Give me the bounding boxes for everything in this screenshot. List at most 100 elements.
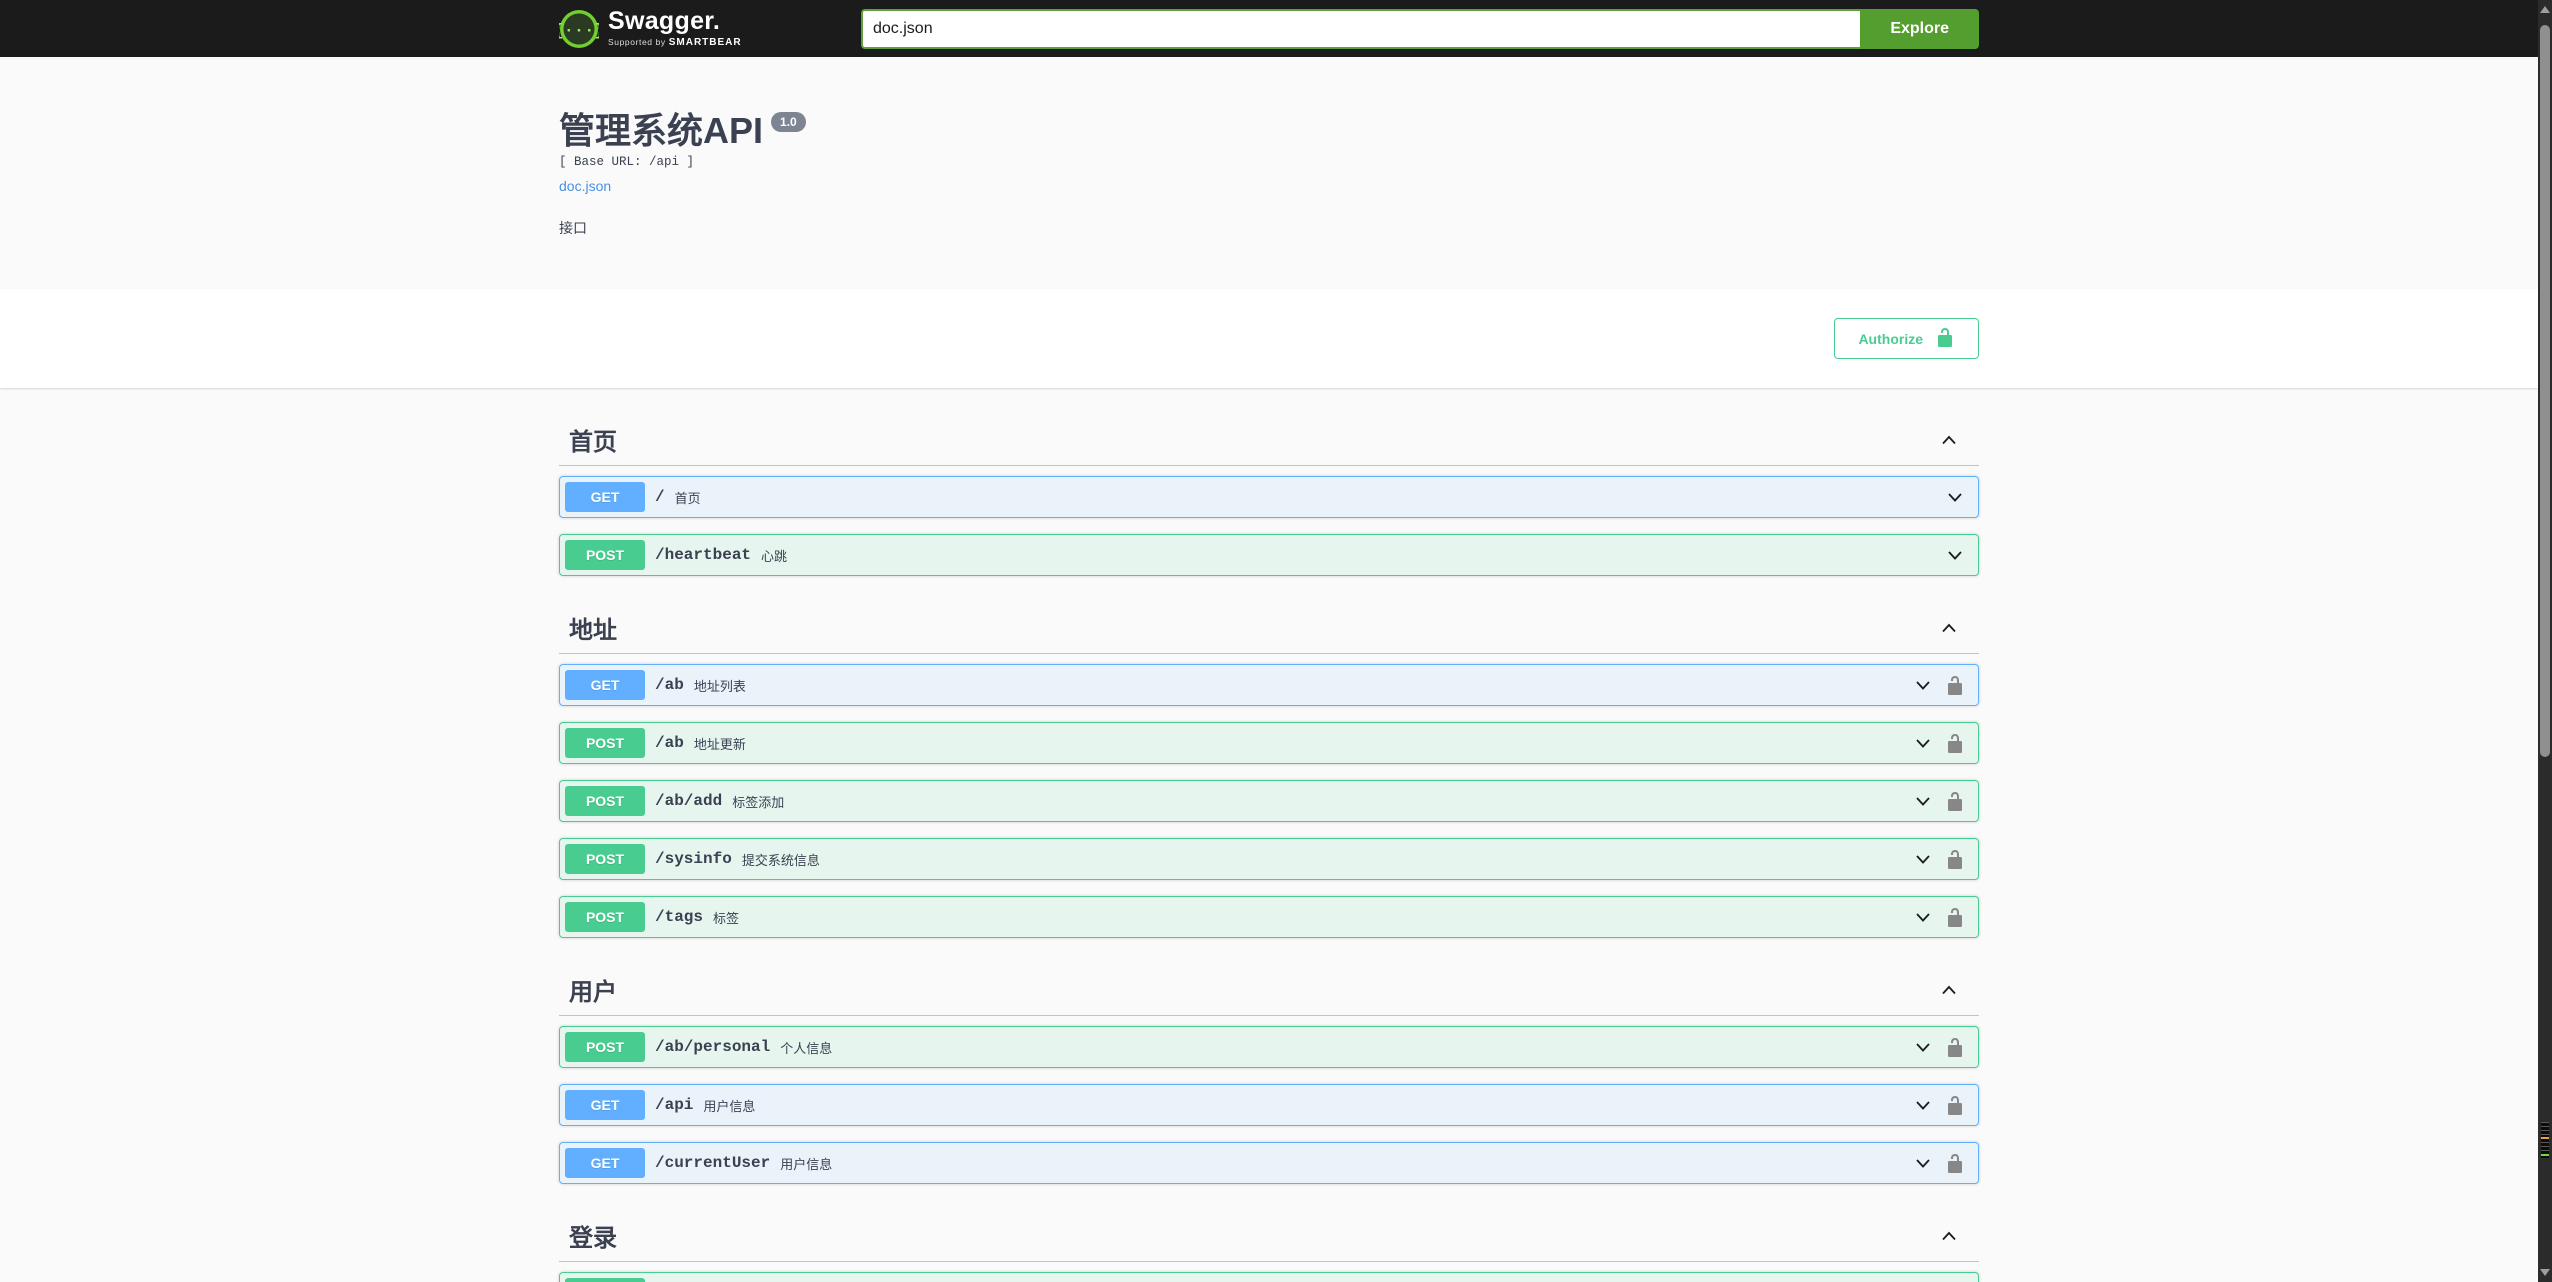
opblock-row[interactable]: POST /tags 标签 xyxy=(559,896,1979,939)
lock-icon[interactable] xyxy=(1945,791,1965,812)
method-badge: GET xyxy=(565,1148,645,1179)
swagger-logo-link[interactable]: {···} Swagger. Supported by SMARTBEAR xyxy=(553,7,742,49)
section-header[interactable]: 地址 xyxy=(559,600,1979,655)
opblock-row[interactable]: POST /login 登录 xyxy=(559,1272,1979,1282)
opblock-row[interactable]: POST /ab/add 标签添加 xyxy=(559,780,1979,823)
logo-title: Swagger. xyxy=(608,7,721,35)
method-badge: GET xyxy=(565,1090,645,1121)
chevron-down-icon[interactable] xyxy=(1913,733,1933,753)
endpoint-path: /sysinfo xyxy=(655,850,732,869)
opblock-row[interactable]: GET /currentUser 用户信息 xyxy=(559,1142,1979,1185)
svg-text:{···}: {···} xyxy=(559,22,599,41)
chevron-up-icon[interactable] xyxy=(1939,430,1959,450)
api-tag-section: 地址 GET /ab 地址列表 POST /ab 地址更新 POST /ab/a… xyxy=(559,600,1979,939)
section-rows: GET /ab 地址列表 POST /ab 地址更新 POST /ab/add … xyxy=(559,664,1979,939)
section-header[interactable]: 登录 xyxy=(559,1208,1979,1263)
opblock-row[interactable]: POST /ab 地址更新 xyxy=(559,722,1979,765)
opblock-summary[interactable]: GET /ab 地址列表 xyxy=(560,665,1978,705)
chevron-up-icon[interactable] xyxy=(1939,1226,1959,1246)
method-badge: POST xyxy=(565,540,645,571)
lock-icon[interactable] xyxy=(1945,849,1965,870)
opblock-summary[interactable]: POST /ab 地址更新 xyxy=(560,723,1978,763)
method-badge: POST xyxy=(565,844,645,875)
info-container: 管理系统API 1.0 [ Base URL: /api ] doc.json 接… xyxy=(0,57,2538,289)
chevron-down-icon[interactable] xyxy=(1945,545,1965,565)
scrollbar xyxy=(2538,0,2552,1282)
method-badge: GET xyxy=(565,482,645,513)
method-badge: POST xyxy=(565,1278,645,1282)
unlock-icon xyxy=(1935,327,1955,350)
lock-icon[interactable] xyxy=(1945,907,1965,928)
opblock-summary[interactable]: POST /ab/add 标签添加 xyxy=(560,781,1978,821)
opblock-summary[interactable]: GET / 首页 xyxy=(560,477,1978,517)
swagger-ui-page: {···} Swagger. Supported by SMARTBEAR Ex… xyxy=(0,0,2538,1282)
opblock-row[interactable]: POST /ab/personal 个人信息 xyxy=(559,1026,1979,1069)
opblock-summary[interactable]: GET /currentUser 用户信息 xyxy=(560,1143,1978,1183)
minimap-widget xyxy=(2539,1119,2551,1161)
scroll-up-arrow-icon[interactable] xyxy=(2540,6,2550,13)
chevron-down-icon[interactable] xyxy=(1945,487,1965,507)
chevron-down-icon[interactable] xyxy=(1913,791,1933,811)
spec-link[interactable]: doc.json xyxy=(559,178,611,194)
scroll-down-arrow-icon[interactable] xyxy=(2540,1269,2550,1276)
method-badge: POST xyxy=(565,728,645,759)
method-badge: POST xyxy=(565,1032,645,1063)
endpoint-path: /tags xyxy=(655,908,704,927)
lock-icon[interactable] xyxy=(1945,675,1965,696)
endpoint-summary: 标签 xyxy=(713,910,740,926)
api-tag-section: 用户 POST /ab/personal 个人信息 GET /api 用户信息 … xyxy=(559,962,1979,1185)
endpoint-path: /currentUser xyxy=(655,1154,771,1173)
section-rows: POST /login 登录 POST /logintest 登录测试 xyxy=(559,1272,1979,1282)
authorize-label: Authorize xyxy=(1858,330,1923,347)
chevron-down-icon[interactable] xyxy=(1913,1037,1933,1057)
endpoint-summary: 用户信息 xyxy=(780,1156,833,1172)
authorize-button[interactable]: Authorize xyxy=(1834,318,1979,360)
opblock-summary[interactable]: POST /tags 标签 xyxy=(560,897,1978,937)
section-rows: POST /ab/personal 个人信息 GET /api 用户信息 GET… xyxy=(559,1026,1979,1185)
opblock-summary[interactable]: POST /ab/personal 个人信息 xyxy=(560,1027,1978,1067)
section-header[interactable]: 用户 xyxy=(559,962,1979,1017)
chevron-up-icon[interactable] xyxy=(1939,980,1959,1000)
section-title: 用户 xyxy=(569,979,617,1007)
minimap-marker-green xyxy=(2541,1154,2549,1156)
chevron-up-icon[interactable] xyxy=(1939,618,1959,638)
chevron-down-icon[interactable] xyxy=(1913,849,1933,869)
minimap-marker-orange xyxy=(2541,1137,2549,1139)
opblock-summary[interactable]: POST /sysinfo 提交系统信息 xyxy=(560,839,1978,879)
chevron-down-icon[interactable] xyxy=(1913,907,1933,927)
opblock-row[interactable]: POST /sysinfo 提交系统信息 xyxy=(559,838,1979,881)
spec-url-input[interactable] xyxy=(861,8,1861,49)
api-description: 接口 xyxy=(559,220,587,237)
api-tag-section: 首页 GET / 首页 POST /heartbeat 心跳 xyxy=(559,412,1979,577)
opblock-row[interactable]: GET /api 用户信息 xyxy=(559,1084,1979,1127)
endpoint-summary: 地址列表 xyxy=(693,678,746,694)
version-badge: 1.0 xyxy=(771,112,806,133)
endpoint-path: /ab/add xyxy=(655,792,723,811)
explore-button[interactable]: Explore xyxy=(1860,8,1979,49)
endpoint-summary: 首页 xyxy=(674,490,701,506)
chevron-down-icon[interactable] xyxy=(1913,675,1933,695)
opblock-summary[interactable]: POST /heartbeat 心跳 xyxy=(560,535,1978,575)
lock-icon[interactable] xyxy=(1945,1037,1965,1058)
lock-icon[interactable] xyxy=(1945,733,1965,754)
section-rows: GET / 首页 POST /heartbeat 心跳 xyxy=(559,476,1979,577)
endpoint-path: /api xyxy=(655,1096,694,1115)
endpoint-path: /ab xyxy=(655,676,684,695)
chevron-down-icon[interactable] xyxy=(1913,1095,1933,1115)
scrollbar-thumb[interactable] xyxy=(2540,25,2550,757)
chevron-down-icon[interactable] xyxy=(1913,1153,1933,1173)
lock-icon[interactable] xyxy=(1945,1153,1965,1174)
endpoint-path: /heartbeat xyxy=(655,546,752,565)
opblock-summary[interactable]: POST /login 登录 xyxy=(560,1273,1978,1282)
opblock-row[interactable]: GET /ab 地址列表 xyxy=(559,664,1979,707)
lock-icon[interactable] xyxy=(1945,1095,1965,1116)
section-header[interactable]: 首页 xyxy=(559,412,1979,467)
endpoint-summary: 个人信息 xyxy=(780,1040,833,1056)
swagger-logo-icon: {···} xyxy=(553,9,605,49)
endpoint-path: /ab/personal xyxy=(655,1038,771,1057)
explore-form: Explore xyxy=(861,8,1979,49)
opblock-row[interactable]: GET / 首页 xyxy=(559,476,1979,519)
opblock-row[interactable]: POST /heartbeat 心跳 xyxy=(559,534,1979,577)
endpoint-summary: 心跳 xyxy=(761,548,788,564)
opblock-summary[interactable]: GET /api 用户信息 xyxy=(560,1085,1978,1125)
